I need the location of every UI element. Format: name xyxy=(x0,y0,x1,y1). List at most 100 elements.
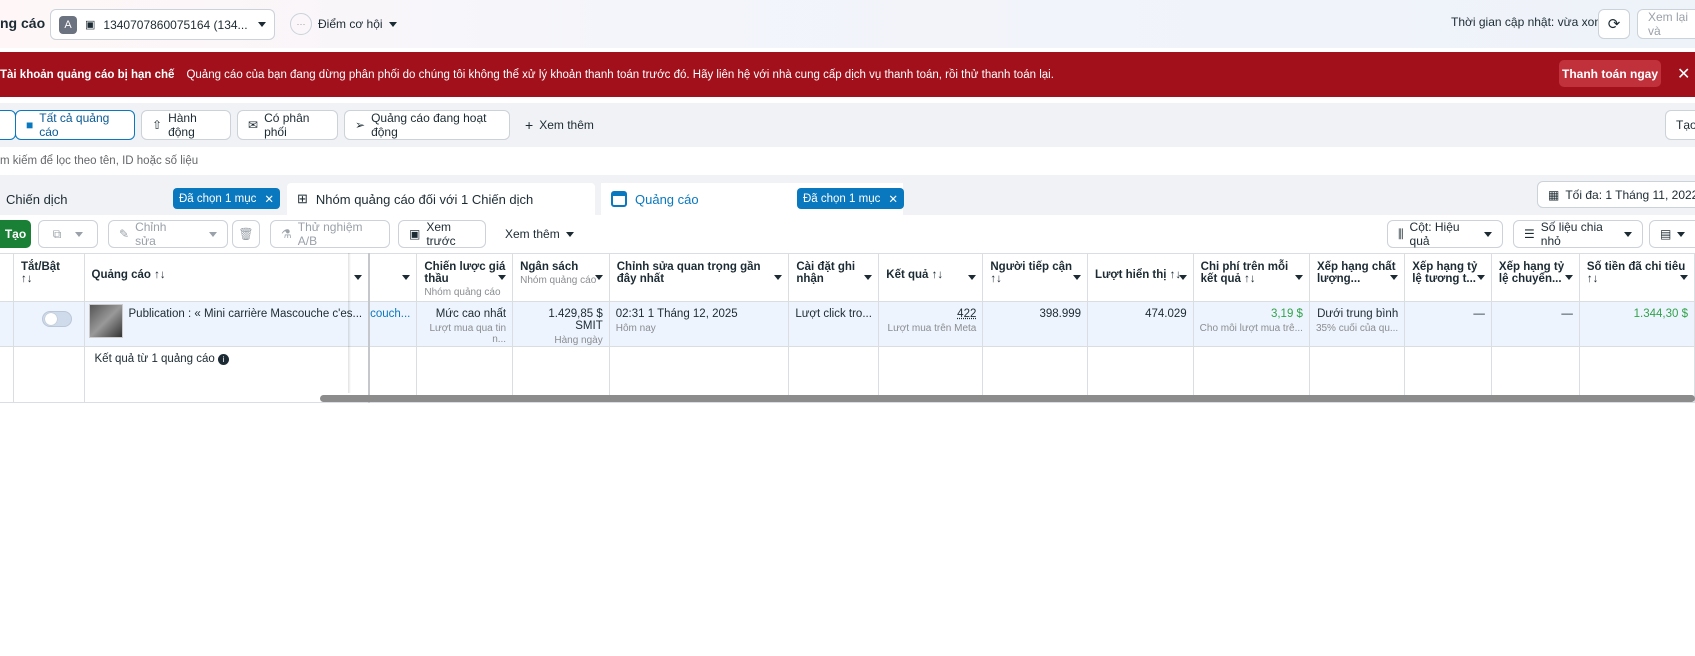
impressions-cell: 474.029 xyxy=(1087,301,1194,347)
actions-filter[interactable]: ⇧ Hành động xyxy=(141,110,231,140)
calendar-icon: ▦ xyxy=(1548,187,1560,202)
date-range-picker[interactable]: ▦ Tối đa: 1 Tháng 11, 2022 – 1 xyxy=(1537,181,1695,208)
delete-button[interactable]: 🗑 xyxy=(232,220,260,248)
spent-value: 1.344,30 $ xyxy=(1633,308,1688,320)
close-icon[interactable]: ✕ xyxy=(264,192,274,206)
impressions-value: 474.029 xyxy=(1145,308,1187,320)
action-toolbar: Tạo ⧉ ✎ Chỉnh sửa 🗑 ⚗ Thử nghiệm A/B ▣ X… xyxy=(0,215,1695,253)
cpr-value: 3,19 $ xyxy=(1270,308,1303,320)
engagement-value: — xyxy=(1473,308,1485,320)
col-spent-label: Số tiền đã chi tiêu ↑↓ xyxy=(1586,261,1686,285)
results-cell[interactable]: 422 Lượt mua trên Meta xyxy=(878,301,984,347)
ad-thumbnail xyxy=(88,304,123,338)
edit-button[interactable]: ✎ Chỉnh sửa xyxy=(108,220,228,248)
col-conversion-label: Xếp hạng tỷ lệ chuyển... xyxy=(1498,261,1565,285)
col-cpr[interactable]: Chi phí trên mỗi kết quả ↑↓ xyxy=(1193,253,1310,302)
attribution-cell: Lượt click tro... xyxy=(788,301,880,347)
delivering-label: Có phân phối xyxy=(264,111,310,139)
see-more-filters[interactable]: + Xem thêm xyxy=(525,117,594,133)
pay-now-button[interactable]: Thanh toán ngay xyxy=(1559,60,1661,87)
col-last-edit-label: Chỉnh sửa quan trọng gần đây nhất xyxy=(616,261,761,285)
campaigns-selected-badge[interactable]: Đã chọn 1 mục ✕ xyxy=(173,188,280,209)
close-icon[interactable]: ✕ xyxy=(888,192,898,206)
table-row[interactable]: Publication : « Mini carrière Mascouche … xyxy=(0,301,1695,347)
opportunity-score-button[interactable]: ··· Điểm cơ hội xyxy=(290,13,397,35)
chevron-down-icon xyxy=(1178,275,1187,280)
col-spent[interactable]: Số tiền đã chi tiêu ↑↓ xyxy=(1579,253,1695,302)
breakdown-button[interactable]: ☰ Số liệu chia nhỏ xyxy=(1513,220,1643,248)
col-reach[interactable]: Người tiếp cận ↑↓ xyxy=(982,253,1089,302)
banner-title: Tài khoản quảng cáo bị hạn chế xyxy=(0,68,175,81)
col-conversion[interactable]: Xếp hạng tỷ lệ chuyển... xyxy=(1491,253,1580,302)
col-attribution[interactable]: Cài đặt ghi nhận xyxy=(788,253,880,302)
last-edit-cell: 02:31 1 Tháng 12, 2025 Hôm nay xyxy=(609,301,790,347)
delivering-filter[interactable]: ✉ Có phân phối xyxy=(237,110,338,140)
date-range-label: Tối đa: 1 Tháng 11, 2022 – 1 xyxy=(1565,187,1695,202)
summary-label: Kết quả từ 1 quảng cáo xyxy=(94,353,215,365)
results-value[interactable]: 422 xyxy=(957,308,976,320)
review-publish-button[interactable]: Xem lại và xyxy=(1637,9,1695,39)
active-ads-filter[interactable]: ➢ Quảng cáo đang hoạt động xyxy=(344,110,510,140)
sort-icon: ↑↓ xyxy=(990,273,1002,285)
col-impressions[interactable]: Lượt hiển thị ↑↓ xyxy=(1087,253,1194,302)
col-bid[interactable]: Chiến lược giá thầu Nhóm quảng cáo xyxy=(416,253,514,302)
toolbar-see-more[interactable]: Xem thêm xyxy=(505,220,574,248)
ad-toggle[interactable] xyxy=(42,311,72,327)
refresh-button[interactable]: ⟳ xyxy=(1598,9,1630,39)
create-view-button[interactable]: Tạo xyxy=(1665,110,1695,140)
duplicate-button[interactable]: ⧉ xyxy=(38,220,98,248)
summary-spacer xyxy=(0,346,14,403)
ad-name[interactable]: Publication : « Mini carrière Mascouche … xyxy=(129,308,363,320)
col-toggle-label: Tắt/Bật xyxy=(21,261,60,273)
preview-button[interactable]: ▣ Xem trước xyxy=(398,220,486,248)
col-results[interactable]: Kết quả ↑↓ xyxy=(878,253,984,302)
columns-button[interactable]: ⫼ Cột: Hiệu quả xyxy=(1387,220,1503,248)
ads-selected-badge[interactable]: Đã chọn 1 mục ✕ xyxy=(797,188,904,209)
quality-cell: Dưới trung bình 35% cuối của qu... xyxy=(1309,301,1406,347)
account-icon: ▣ xyxy=(85,19,96,31)
ad-toggle-cell[interactable] xyxy=(13,301,85,347)
ab-test-button[interactable]: ⚗ Thử nghiệm A/B xyxy=(270,220,390,248)
level-tabs: Chiến dịch Đã chọn 1 mục ✕ ⊞ Nhóm quảng … xyxy=(0,175,1695,215)
col-budget-label: Ngân sách xyxy=(520,261,579,273)
chevron-down-icon xyxy=(1390,275,1399,280)
col-spacer xyxy=(0,253,14,302)
col-clipped[interactable] xyxy=(369,253,418,302)
ads-icon xyxy=(611,191,627,207)
restricted-account-banner: Tài khoản quảng cáo bị hạn chế Quảng cáo… xyxy=(0,52,1695,97)
col-quality-label: Xếp hạng chất lượng... xyxy=(1316,261,1396,285)
conversion-value: — xyxy=(1561,308,1573,320)
upload-icon: ⇧ xyxy=(152,118,163,132)
search-input[interactable]: m kiếm để lọc theo tên, ID hoặc số liệu xyxy=(0,147,1695,175)
col-ad[interactable]: Quảng cáo ↑↓ xyxy=(84,253,371,302)
breakdown-label: Số liệu chia nhỏ xyxy=(1540,220,1603,248)
tab-adsets[interactable]: ⊞ Nhóm quảng cáo đối với 1 Chiến dịch xyxy=(287,183,595,215)
cpr-sub: Cho mỗi lượt mua trê... xyxy=(1199,323,1303,334)
quality-sub: 35% cuối của qu... xyxy=(1315,323,1399,334)
filter-left-edge[interactable] xyxy=(0,110,16,140)
ad-name-cell[interactable]: Publication : « Mini carrière Mascouche … xyxy=(84,301,371,347)
col-budget[interactable]: Ngân sách Nhóm quảng cáo xyxy=(512,253,610,302)
chevron-down-icon xyxy=(209,231,217,237)
reach-value: 398.999 xyxy=(1039,308,1082,320)
actions-label: Hành động xyxy=(168,111,197,139)
chevron-down-icon xyxy=(1677,231,1686,237)
conversion-cell: — xyxy=(1491,301,1580,347)
col-toggle[interactable]: Tắt/Bật ↑↓ xyxy=(13,253,85,302)
trash-icon: 🗑 xyxy=(238,227,254,241)
reports-button[interactable]: ▤ xyxy=(1649,220,1695,248)
col-engagement[interactable]: Xếp hạng tỷ lệ tương t... xyxy=(1404,253,1492,302)
ad-account-selector[interactable]: A ▣ 1340707860075164 (134... xyxy=(50,9,275,40)
send-icon: ➢ xyxy=(355,118,366,132)
all-ads-filter[interactable]: ■ Tất cả quảng cáo xyxy=(15,110,135,140)
preview-label: Xem trước xyxy=(426,220,456,248)
col-last-edit[interactable]: Chỉnh sửa quan trọng gần đây nhất xyxy=(609,253,790,302)
create-button[interactable]: Tạo xyxy=(0,220,31,248)
horizontal-scrollbar[interactable] xyxy=(320,395,1695,402)
budget-cell[interactable]: 1.429,85 $ SMIT Hàng ngày xyxy=(512,301,610,347)
attribution-value: Lượt click tro... xyxy=(795,308,872,320)
info-icon[interactable]: i xyxy=(217,354,229,365)
close-icon[interactable]: ✕ xyxy=(1677,64,1690,84)
col-quality[interactable]: Xếp hạng chất lượng... xyxy=(1309,253,1406,302)
summary-toggle-cell xyxy=(13,346,85,403)
